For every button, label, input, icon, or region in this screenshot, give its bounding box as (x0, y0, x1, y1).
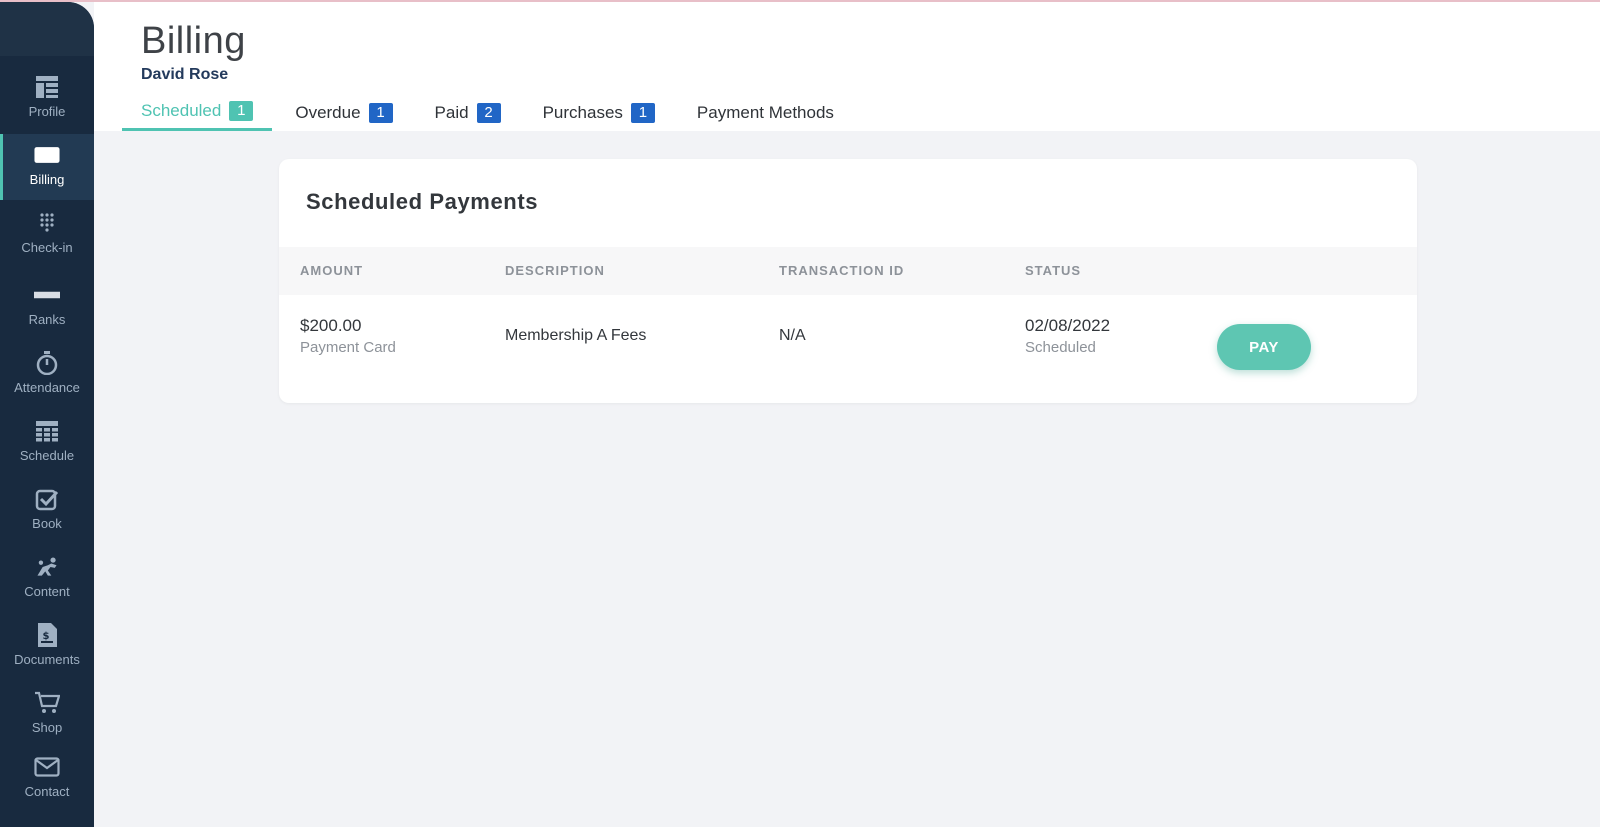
tab-payment-methods[interactable]: Payment Methods (678, 94, 853, 131)
profile-icon (34, 74, 60, 100)
sidebar-item-label: Schedule (19, 448, 75, 463)
cart-icon (34, 690, 60, 716)
payment-amount: $200.00 (300, 316, 362, 335)
checkbox-icon (34, 486, 60, 512)
document-icon: $ (34, 622, 60, 648)
keypad-icon (34, 210, 60, 236)
count-badge: 1 (630, 102, 655, 123)
sidebar-item-label: Ranks (28, 312, 66, 327)
sidebar-item-label: Check-in (21, 240, 73, 255)
envelope-icon (34, 754, 60, 780)
sidebar-item-label: Attendance (14, 380, 80, 395)
payment-description: Membership A Fees (505, 327, 647, 344)
page-header: Billing David Rose Scheduled 1 Overdue 1… (94, 2, 1600, 131)
scheduled-payments-card: Scheduled Payments AMOUNT DESCRIPTION TR… (279, 159, 1417, 403)
tab-purchases[interactable]: Purchases 1 (524, 94, 674, 131)
tab-label: Scheduled (141, 101, 222, 120)
count-badge: 1 (368, 102, 393, 123)
sidebar-item-documents[interactable]: $ Documents (0, 622, 94, 682)
sidebar-item-label: Book (32, 516, 62, 531)
calendar-grid-icon (34, 418, 60, 444)
martial-arts-icon (34, 554, 60, 580)
rank-belt-icon (34, 282, 60, 308)
tab-label: Payment Methods (696, 102, 834, 122)
sidebar-item-label: Billing (29, 172, 65, 187)
sidebar-item-book[interactable]: Book (0, 486, 94, 546)
sidebar-item-label: Content (24, 584, 70, 599)
member-name: David Rose (141, 66, 229, 83)
sidebar-item-shop[interactable]: Shop (0, 690, 94, 746)
sidebar-item-attendance[interactable]: Attendance (0, 350, 94, 410)
sidebar-item-label: Contact (24, 784, 70, 799)
tab-label: Overdue (295, 102, 361, 122)
card-title: Scheduled Payments (306, 189, 539, 214)
pay-button[interactable]: PAY (1217, 324, 1311, 370)
status-text: Scheduled (1025, 339, 1096, 356)
count-badge: 2 (476, 102, 501, 123)
sidebar-item-content[interactable]: Content (0, 554, 94, 614)
payment-date: 02/08/2022 (1025, 316, 1111, 335)
top-accent-line (0, 0, 1600, 2)
page-title: Billing (141, 20, 246, 62)
column-header-transaction-id: TRANSACTION ID (779, 263, 905, 278)
sidebar-item-ranks[interactable]: Ranks (0, 282, 94, 342)
payment-method: Payment Card (300, 339, 396, 356)
tab-overdue[interactable]: Overdue 1 (276, 94, 411, 131)
column-header-status: STATUS (1025, 263, 1082, 278)
sidebar: Profile $ Billing Check-in Ranks Attenda… (0, 2, 94, 827)
billing-icon: $ (34, 142, 60, 168)
tab-paid[interactable]: Paid 2 (416, 94, 520, 131)
column-header-description: DESCRIPTION (505, 263, 605, 278)
column-header-amount: AMOUNT (300, 263, 364, 278)
stopwatch-icon (34, 350, 60, 376)
svg-text:$: $ (43, 631, 50, 642)
tab-label: Paid (434, 102, 469, 122)
table-row: $200.00 Payment Card Membership A Fees N… (279, 295, 1417, 375)
table-header: AMOUNT DESCRIPTION TRANSACTION ID STATUS (279, 247, 1417, 295)
sidebar-item-label: Documents (14, 652, 80, 667)
sidebar-item-check-in[interactable]: Check-in (0, 210, 94, 270)
tab-label: Purchases (542, 102, 623, 122)
logo-area (0, 2, 94, 56)
count-badge: 1 (229, 101, 254, 121)
app-frame: Profile $ Billing Check-in Ranks Attenda… (0, 0, 1600, 827)
sidebar-item-contact[interactable]: Contact (0, 754, 94, 810)
sidebar-item-billing[interactable]: $ Billing (0, 134, 94, 200)
sidebar-item-label: Shop (31, 720, 63, 735)
sidebar-item-label: Profile (28, 104, 66, 119)
transaction-id: N/A (779, 327, 806, 344)
sidebar-item-schedule[interactable]: Schedule (0, 418, 94, 478)
billing-tabs: Scheduled 1 Overdue 1 Paid 2 Purchases 1… (122, 94, 857, 131)
tab-scheduled[interactable]: Scheduled 1 (122, 94, 273, 131)
svg-text:$: $ (43, 149, 51, 163)
sidebar-item-profile[interactable]: Profile (0, 74, 94, 134)
